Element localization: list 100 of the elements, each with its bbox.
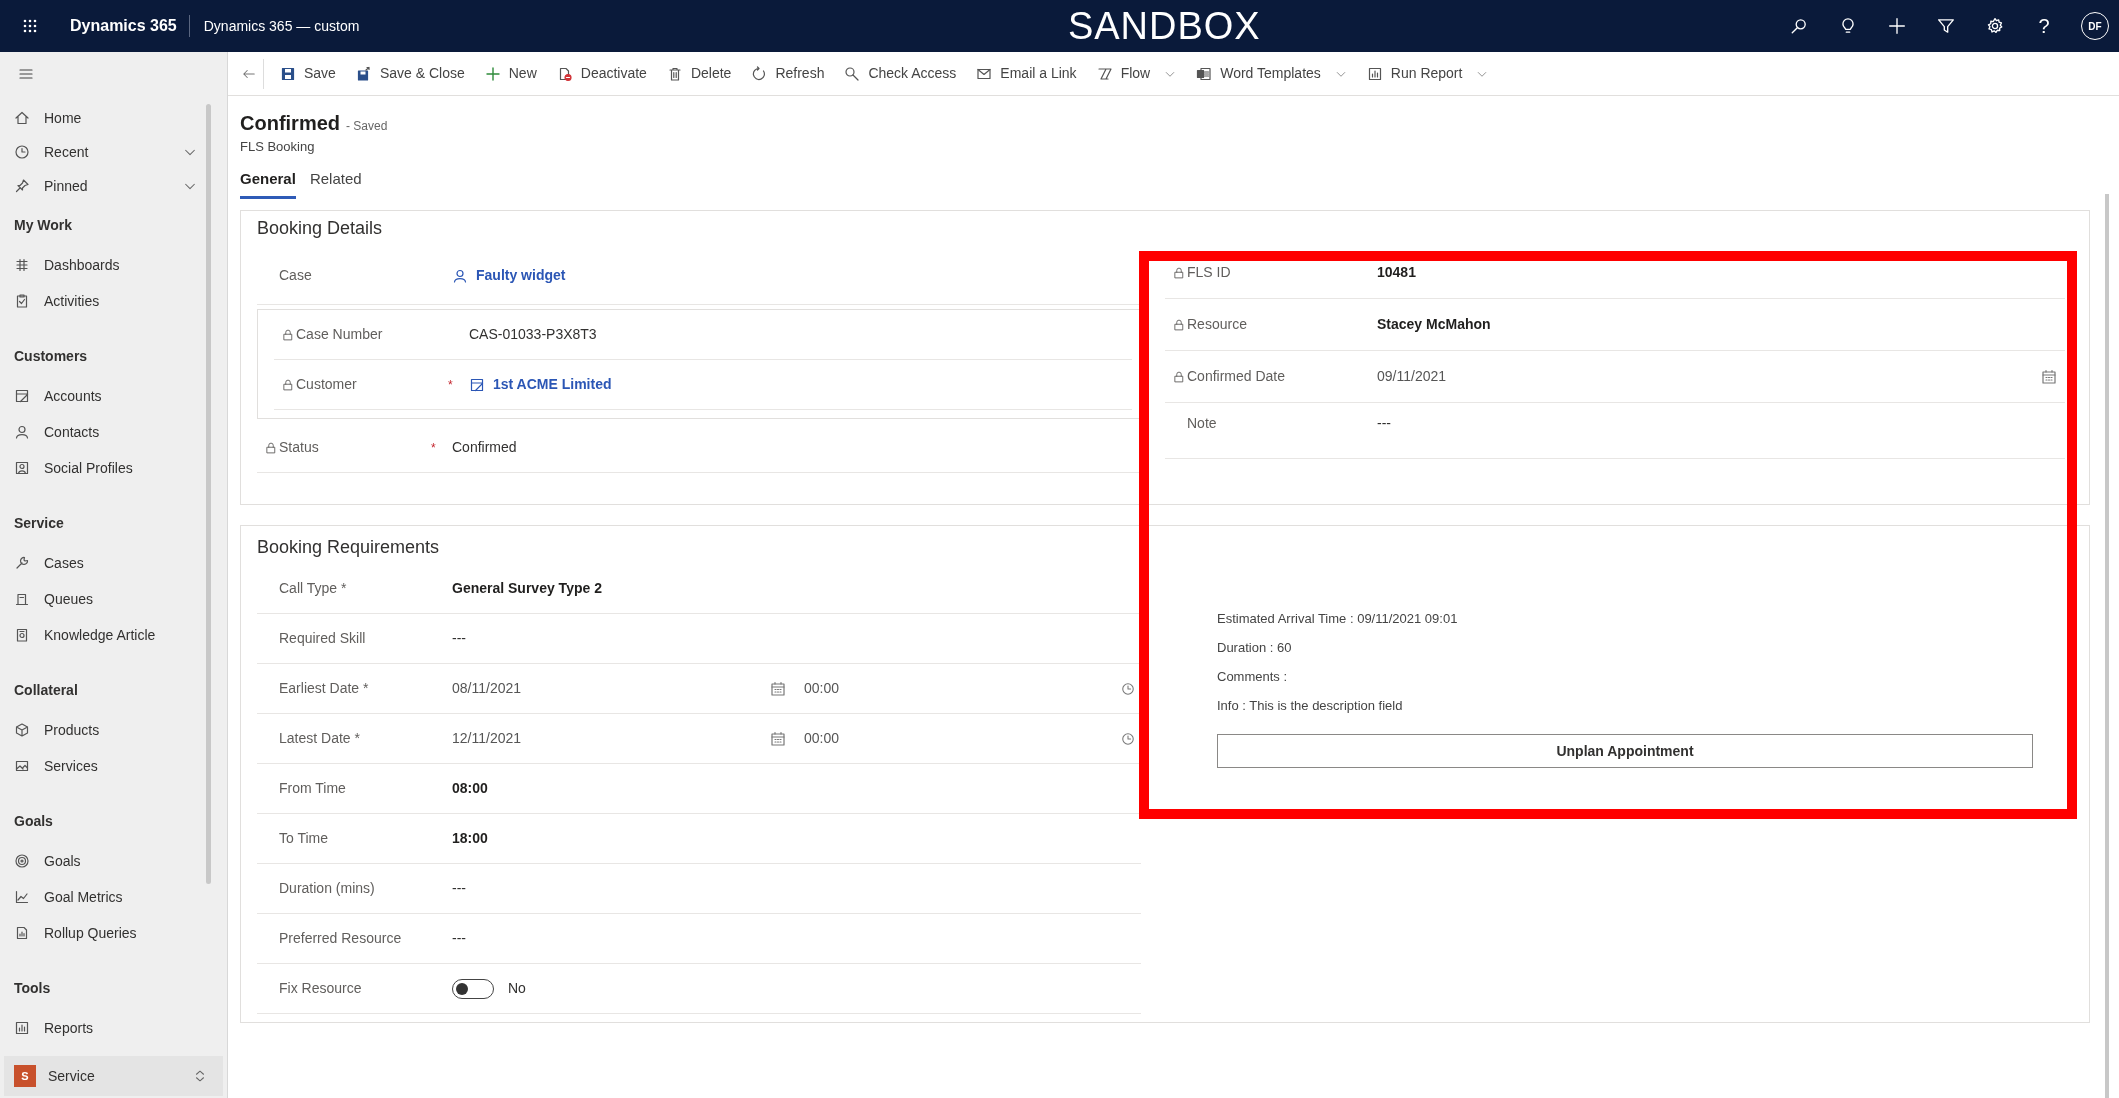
field-label: Latest Date * — [279, 729, 361, 748]
field-value: Confirmed — [452, 438, 517, 457]
clock-button[interactable] — [1121, 731, 1135, 746]
sidebar-item[interactable]: Accounts — [0, 378, 203, 414]
flow-icon — [1096, 65, 1113, 82]
grid-icon — [14, 257, 30, 273]
field-label: Case — [279, 266, 313, 285]
area-switcher[interactable]: S Service — [4, 1056, 223, 1096]
toolbar-button[interactable]: Email a Link — [966, 55, 1087, 92]
customer-link[interactable]: 1st ACME Limited — [469, 374, 612, 395]
up-down-chevron-icon — [193, 1069, 207, 1083]
page-scrollbar[interactable] — [2105, 194, 2109, 1098]
cube-icon — [14, 722, 30, 738]
toolbar-button[interactable]: Save & Close — [345, 55, 475, 92]
person-icon — [452, 267, 468, 284]
sidebar-item[interactable]: Services — [0, 748, 203, 784]
settings-icon — [1986, 17, 2004, 35]
field-label: Call Type * — [279, 579, 348, 598]
info-text: Duration : 60 — [1217, 639, 1293, 657]
sidebar-item[interactable]: Rollup Queries — [0, 915, 203, 951]
case-link[interactable]: Faulty widget — [452, 265, 566, 286]
sidebar-item[interactable]: Reports — [0, 1010, 203, 1046]
help-button[interactable]: ? — [2032, 14, 2056, 38]
info-text: Info : This is the description field — [1217, 697, 1404, 715]
sidebar-item[interactable]: Contacts — [0, 414, 203, 450]
info-text: Estimated Arrival Time : 09/11/2021 09:01 — [1217, 610, 1459, 628]
sidebar-item[interactable]: Dashboards — [0, 247, 203, 283]
unplan-appointment-button[interactable]: Unplan Appointment — [1217, 734, 2033, 768]
toolbar-button[interactable]: Check Access — [834, 55, 967, 92]
toolbar-button[interactable]: Run Report — [1356, 55, 1499, 92]
date-value[interactable]: 12/11/2021 — [452, 728, 770, 749]
sidebar-scrollbar[interactable] — [206, 104, 211, 884]
calendar-icon — [2041, 368, 2057, 385]
time-value[interactable]: 00:00 — [804, 728, 1121, 749]
sidebar-item[interactable]: Activities — [0, 283, 203, 319]
section-title: Booking Details — [257, 217, 384, 240]
save-icon — [280, 65, 296, 82]
required-marker: * — [431, 440, 436, 455]
sidebar-item[interactable]: Pinned — [0, 169, 203, 203]
app-name[interactable]: Dynamics 365 — [70, 15, 190, 37]
sidebar-item[interactable]: Recent — [0, 135, 203, 169]
sidebar-group-heading: Collateral — [13, 680, 79, 700]
filter-icon — [1937, 17, 1955, 35]
clock-button[interactable] — [1121, 681, 1135, 696]
field-label: Duration (mins) — [279, 879, 376, 898]
queue-icon — [14, 591, 30, 607]
sidebar-item[interactable]: Home — [0, 101, 203, 135]
sidebar-item[interactable]: Goal Metrics — [0, 879, 203, 915]
refresh-icon — [751, 65, 768, 82]
article-icon — [14, 627, 30, 643]
sidebar-group-heading: My Work — [13, 215, 74, 235]
record-title: Confirmed — [240, 111, 340, 136]
field-label: Required Skill — [279, 629, 367, 648]
entity-name: FLS Booking — [240, 138, 316, 156]
area-badge: S — [14, 1065, 36, 1087]
date-value[interactable]: 08/11/2021 — [452, 678, 770, 699]
line-chart-icon — [14, 889, 30, 905]
toolbar-button[interactable]: Refresh — [741, 55, 835, 92]
clock-icon — [14, 144, 30, 160]
report-icon — [1366, 65, 1383, 82]
menu-icon — [18, 66, 34, 82]
field-value: 10481 — [1377, 263, 1416, 282]
field-label: Confirmed Date — [1187, 367, 1287, 386]
calendar-icon — [770, 680, 786, 697]
calendar-button[interactable] — [770, 680, 786, 697]
environment-label: SANDBOX — [1068, 4, 1261, 49]
sidebar-item[interactable]: Social Profiles — [0, 450, 203, 486]
toolbar-button[interactable]: Save — [270, 55, 346, 92]
sidebar-item[interactable]: Cases — [0, 545, 203, 581]
time-value[interactable]: 00:00 — [804, 678, 1121, 699]
toolbar-button[interactable]: Word Templates — [1186, 55, 1357, 92]
field-value: --- — [1377, 414, 1391, 433]
toggle-switch[interactable] — [452, 978, 494, 999]
sidebar-item[interactable]: Goals — [0, 843, 203, 879]
search-icon — [1790, 17, 1808, 35]
info-text: Comments : — [1217, 668, 1289, 686]
plus-icon — [484, 65, 501, 82]
save-close-icon — [355, 65, 372, 82]
field-label: To Time — [279, 829, 329, 848]
magnifier-icon — [844, 65, 861, 82]
toolbar-button[interactable]: New — [474, 55, 547, 92]
toolbar-button[interactable]: Deactivate — [546, 55, 657, 92]
calendar-button[interactable] — [2041, 368, 2057, 385]
sidebar-item[interactable]: Queues — [0, 581, 203, 617]
tab[interactable]: General — [240, 168, 296, 199]
image-icon — [14, 758, 30, 774]
lightbulb-icon — [1839, 17, 1857, 35]
toolbar-button[interactable]: Flow — [1086, 55, 1187, 92]
field-value: --- — [452, 629, 466, 648]
sidebar-item[interactable]: Knowledge Article — [0, 617, 203, 653]
profile-icon — [14, 460, 30, 476]
toolbar-button[interactable]: Delete — [656, 55, 742, 92]
calendar-button[interactable] — [770, 730, 786, 747]
field-label: From Time — [279, 779, 347, 798]
report-document-icon — [14, 925, 30, 941]
sidebar-item[interactable]: Products — [0, 712, 203, 748]
plus-icon — [1888, 17, 1906, 35]
tab[interactable]: Related — [309, 168, 362, 199]
person-icon — [14, 424, 30, 440]
date-value[interactable]: 09/11/2021 — [1377, 366, 2041, 387]
